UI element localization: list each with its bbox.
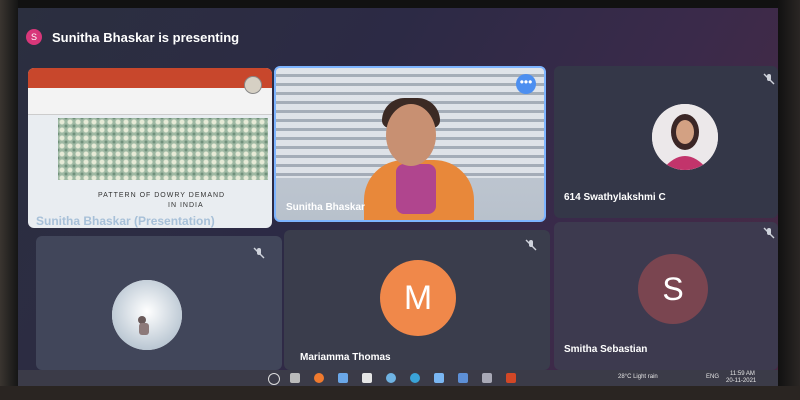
presenter-avatar[interactable]: S xyxy=(26,29,42,45)
presentation-tile[interactable]: PATTERN OF DOWRY DEMAND IN INDIA Sunitha… xyxy=(28,68,272,228)
start-icon[interactable] xyxy=(268,373,280,385)
language-indicator[interactable]: ENG xyxy=(706,374,719,380)
participant-avatar: S xyxy=(638,254,708,324)
meeting-screen: S Sunitha Bhaskar is presenting PATTERN … xyxy=(18,8,778,386)
participant-tile-mariamma[interactable]: M Mariamma Thomas xyxy=(284,230,550,370)
clock-time[interactable]: 11:59 AM xyxy=(730,371,755,377)
mic-off-icon xyxy=(253,247,265,259)
mail-icon[interactable] xyxy=(434,373,444,383)
speaker-video-tile[interactable]: ••• Sunitha Bhaskar xyxy=(274,66,546,222)
clock-date[interactable]: 20-11-2021 xyxy=(726,378,756,384)
speaker-face xyxy=(386,104,436,166)
participant-tile-swathylakshmi[interactable]: 614 Swathylakshmi C xyxy=(554,66,778,218)
photos-icon[interactable] xyxy=(458,373,468,383)
task-view-icon[interactable] xyxy=(290,373,300,383)
powerpoint-toolbar xyxy=(28,88,272,115)
presenting-status: Sunitha Bhaskar is presenting xyxy=(52,30,240,45)
slide-subtitle: IN INDIA xyxy=(168,202,204,209)
slide-title: PATTERN OF DOWRY DEMAND xyxy=(98,192,226,199)
participant-name: Mariamma Thomas xyxy=(300,352,391,363)
edge-icon[interactable] xyxy=(410,373,420,383)
mic-off-icon xyxy=(763,227,775,239)
explorer-icon[interactable] xyxy=(482,373,492,383)
presentation-user-icon xyxy=(244,76,262,94)
monitor-bezel-top xyxy=(0,0,800,8)
store-icon[interactable] xyxy=(362,373,372,383)
participant-tile-smitha[interactable]: S Smitha Sebastian xyxy=(554,222,778,370)
presentation-caption: Sunitha Bhaskar (Presentation) xyxy=(36,214,215,228)
participant-name: 614 Swathylakshmi C xyxy=(564,192,666,203)
monitor-bezel-bottom xyxy=(0,386,800,400)
meeting-top-bar: S Sunitha Bhaskar is presenting xyxy=(18,8,778,54)
participant-avatar: M xyxy=(380,260,456,336)
more-options-button[interactable]: ••• xyxy=(516,74,536,94)
mic-off-icon xyxy=(525,239,537,251)
firefox-icon[interactable] xyxy=(314,373,324,383)
girl-photo-icon xyxy=(652,104,718,170)
chrome-icon[interactable] xyxy=(386,373,396,383)
windows-taskbar: 28°C Light rain ENG 11:59 AM 20-11-2021 xyxy=(18,370,778,386)
powerpoint-ribbon xyxy=(28,68,272,88)
slide-pattern-image xyxy=(58,118,268,180)
participant-photo xyxy=(112,280,182,350)
settings-icon[interactable] xyxy=(338,373,348,383)
weather-status[interactable]: 28°C Light rain xyxy=(618,374,658,380)
powerpoint-icon[interactable] xyxy=(506,373,516,383)
mic-off-icon xyxy=(763,73,775,85)
participant-tile-unnamed[interactable] xyxy=(36,236,282,370)
participant-photo xyxy=(652,104,718,170)
participant-name: Smitha Sebastian xyxy=(564,344,648,355)
participant-name: Sunitha Bhaskar xyxy=(286,202,365,213)
meditation-photo-icon xyxy=(112,280,182,350)
speaker-scarf xyxy=(396,164,436,214)
monitor-bezel-left xyxy=(0,0,18,400)
monitor-bezel-right xyxy=(778,0,800,400)
